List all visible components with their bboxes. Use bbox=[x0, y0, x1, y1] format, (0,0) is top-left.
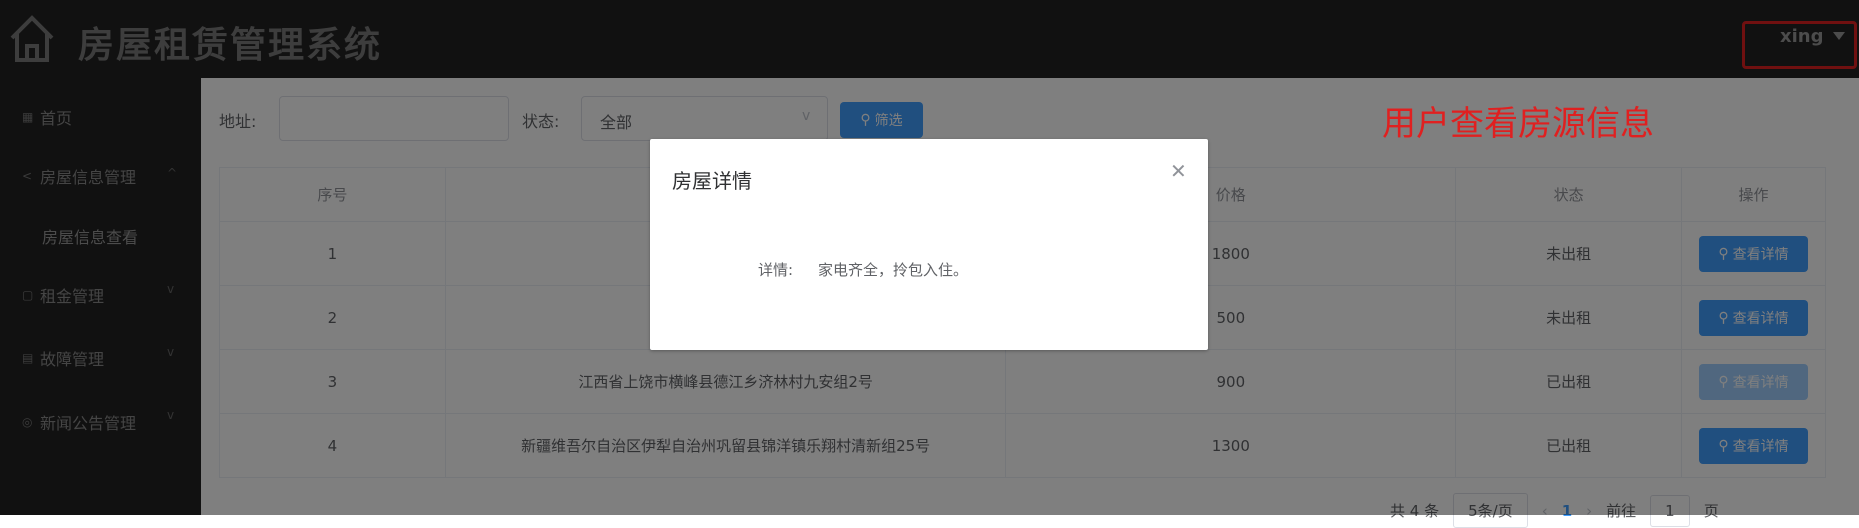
detail-value: 家电齐全，拎包入住。 bbox=[818, 261, 969, 279]
detail-label: 详情: bbox=[758, 261, 794, 279]
annotation-text: 用户查看房源信息 bbox=[1382, 104, 1654, 144]
house-detail-dialog: 房屋详情 ✕ 详情: 家电齐全，拎包入住。 bbox=[650, 139, 1208, 350]
dialog-title: 房屋详情 bbox=[672, 169, 752, 193]
close-icon[interactable]: ✕ bbox=[1170, 159, 1187, 183]
